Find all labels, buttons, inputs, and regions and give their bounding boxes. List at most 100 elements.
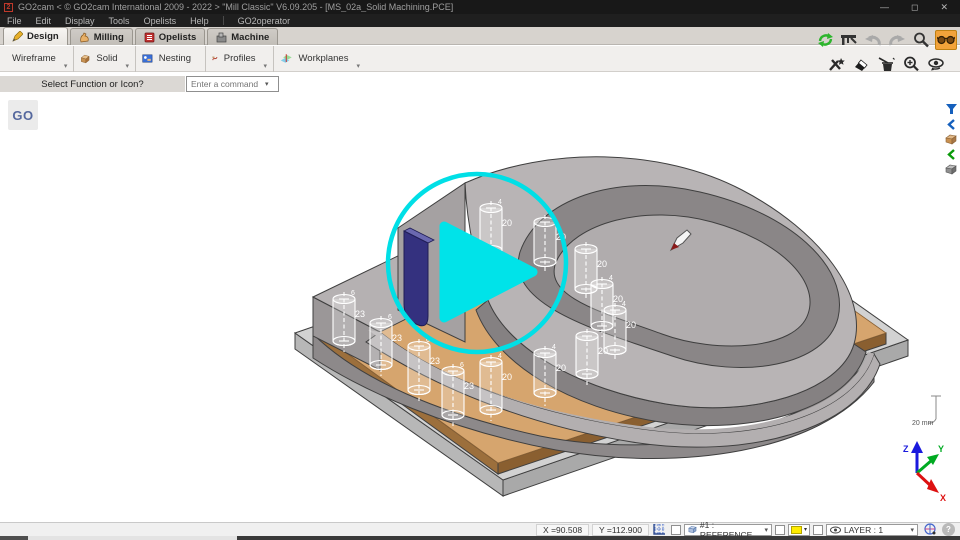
zoom-button[interactable]: [911, 31, 931, 49]
tab-design[interactable]: Design: [3, 27, 68, 45]
svg-text:20: 20: [502, 218, 512, 228]
view-orientation-button[interactable]: [921, 524, 939, 536]
svg-text:20: 20: [626, 320, 636, 330]
opelists-tab-icon: [144, 32, 155, 43]
svg-text:23: 23: [392, 333, 402, 343]
measure-button[interactable]: [839, 31, 859, 49]
right-side-toolbar: [943, 102, 959, 176]
svg-text:23: 23: [464, 381, 474, 391]
y-coordinate: Y =112.900: [592, 524, 649, 536]
reference-cube-icon: [688, 525, 697, 534]
menu-opelists[interactable]: Opelists: [144, 16, 177, 26]
svg-text:4: 4: [622, 301, 626, 308]
magnifier-plus-icon: [903, 56, 919, 72]
toolbar-nesting[interactable]: Nesting: [136, 46, 206, 72]
color-picker[interactable]: ▾: [788, 524, 810, 536]
filter-button[interactable]: [943, 102, 959, 116]
redo-button[interactable]: [887, 31, 907, 49]
previous-solid-button[interactable]: [943, 117, 959, 131]
svg-text:Y: Y: [938, 444, 944, 454]
profiles-dropdown[interactable]: ▾: [263, 62, 267, 72]
solid-display-button[interactable]: [943, 132, 959, 146]
eraser-icon: [853, 57, 869, 72]
svg-text:6: 6: [388, 314, 392, 321]
wireframe-dropdown[interactable]: ▾: [64, 62, 68, 72]
broken-tools-icon: [828, 57, 845, 72]
svg-text:20: 20: [556, 363, 566, 373]
nesting-icon: [142, 51, 153, 66]
refresh-icon: [817, 32, 834, 48]
tab-opelists[interactable]: Opelists: [135, 28, 206, 45]
svg-text:23: 23: [355, 309, 365, 319]
layer-checkbox[interactable]: [813, 525, 823, 535]
profiles-icon: [212, 51, 218, 66]
tab-machine[interactable]: Machine: [207, 28, 278, 45]
eye-rotate-icon: [927, 57, 945, 71]
toolbar-solid[interactable]: Solid ▾: [74, 46, 136, 72]
scale-indicator: 20 mm: [912, 396, 941, 427]
previous-step-button[interactable]: [943, 147, 959, 161]
go-logo: GO: [8, 100, 38, 130]
view-rotate-button[interactable]: [926, 55, 946, 73]
workplanes-dropdown[interactable]: ▾: [356, 62, 360, 72]
menu-tools[interactable]: Tools: [109, 16, 130, 26]
toolbar-profiles[interactable]: Profiles ▾: [206, 46, 274, 72]
chevron-left-blue-icon: [946, 119, 957, 130]
glasses-icon: [937, 34, 955, 46]
svg-text:20: 20: [597, 259, 607, 269]
viewport[interactable]: GO: [0, 94, 960, 522]
color-dropdown-icon[interactable]: ▾: [804, 526, 807, 533]
grid-toggle-button[interactable]: [652, 524, 668, 536]
menu-go2operator[interactable]: GO2operator: [238, 16, 291, 26]
solid-icon: [80, 51, 90, 67]
help-button[interactable]: ?: [942, 523, 955, 536]
solid-dropdown[interactable]: ▾: [125, 62, 129, 72]
layer-select[interactable]: LAYER : 1 ▾: [826, 524, 918, 536]
reference-dropdown-icon[interactable]: ▾: [764, 526, 768, 534]
x-coordinate: X =90.508: [536, 524, 589, 536]
menu-file[interactable]: File: [7, 16, 22, 26]
svg-text:4: 4: [552, 344, 556, 351]
shaded-view-button[interactable]: [935, 30, 957, 50]
minimize-button[interactable]: —: [880, 0, 889, 14]
command-dropdown-icon[interactable]: ▾: [265, 80, 269, 88]
viewport-canvas[interactable]: 4 20 20 20: [0, 94, 960, 522]
command-prompt-label: Select Function or Icon?: [0, 76, 185, 92]
svg-text:20: 20: [598, 346, 608, 356]
maximize-button[interactable]: ◻: [911, 0, 918, 14]
bottom-strip: [0, 536, 960, 540]
reference-select[interactable]: #1 : REFERENCE ▾: [684, 524, 772, 536]
reference-checkbox[interactable]: [671, 525, 681, 535]
view-toolbar-row1: [815, 30, 957, 50]
svg-text:23: 23: [430, 356, 440, 366]
svg-text:4: 4: [609, 275, 613, 282]
undo-icon: [865, 33, 881, 47]
svg-text:6: 6: [351, 290, 355, 297]
color-checkbox[interactable]: [775, 525, 785, 535]
solid-box-icon: [944, 133, 958, 145]
layer-dropdown-icon[interactable]: ▾: [910, 526, 914, 534]
tab-milling[interactable]: Milling: [70, 28, 133, 45]
gray-solid-button[interactable]: [943, 162, 959, 176]
menu-edit[interactable]: Edit: [36, 16, 52, 26]
toolbar-workplanes[interactable]: Workplanes ▾: [274, 46, 366, 72]
machine-tab-icon: [216, 32, 227, 43]
menu-help[interactable]: Help: [190, 16, 209, 26]
refresh-button[interactable]: [815, 31, 835, 49]
menu-display[interactable]: Display: [65, 16, 95, 26]
command-input[interactable]: [187, 79, 265, 89]
close-button[interactable]: ✕: [940, 0, 948, 14]
chevron-left-green-icon: [946, 149, 957, 160]
clean-geometry-button[interactable]: [876, 55, 896, 73]
menubar: File Edit Display Tools Opelists Help GO…: [0, 14, 960, 27]
erase-button[interactable]: [851, 55, 871, 73]
command-combobox[interactable]: ▾: [186, 76, 279, 92]
current-color-swatch: [791, 526, 802, 534]
slot-face: [404, 231, 428, 326]
milling-tab-icon: [79, 32, 90, 43]
delete-elements-button[interactable]: [826, 55, 846, 73]
undo-button[interactable]: [863, 31, 883, 49]
toolbar-wireframe[interactable]: Wireframe ▾: [0, 46, 74, 72]
zoom-extents-button[interactable]: [901, 55, 921, 73]
menu-separator: [223, 16, 224, 25]
